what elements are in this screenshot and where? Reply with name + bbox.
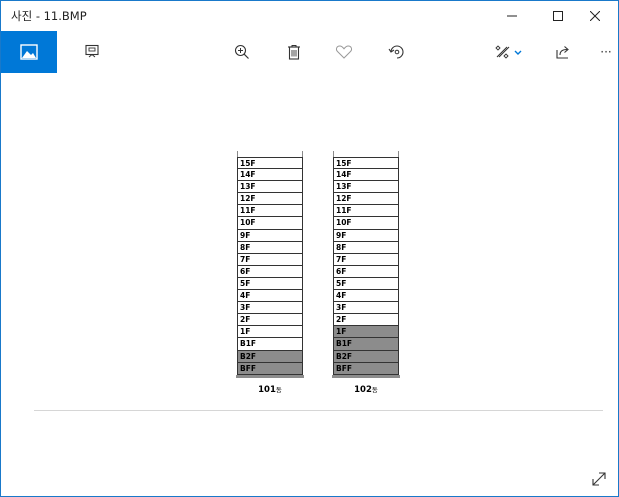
floor-row: 9F <box>333 229 399 242</box>
minimize-button[interactable] <box>489 1 535 31</box>
floor-list: 15F 14F 13F 12F 11F 10F 9F 8F 7F 6F 5F 4F 3F 2F 1F B1F B… <box>333 157 399 375</box>
title-bar: 사진 - 11.BMP <box>1 1 618 31</box>
zoom-button[interactable] <box>229 31 255 73</box>
floor-row: 12F <box>237 193 303 206</box>
floor-row: 7F <box>237 253 303 266</box>
image-view-button[interactable] <box>1 31 57 73</box>
floor-row: BFF <box>237 362 303 375</box>
floor-row: BFF <box>333 362 399 375</box>
floor-row: 14F <box>237 169 303 182</box>
floor-row: 11F <box>237 205 303 218</box>
floor-row: 1F <box>237 326 303 339</box>
building-unit: 동 <box>371 385 378 394</box>
floor-row: 11F <box>333 205 399 218</box>
share-icon <box>556 46 569 59</box>
rotate-icon <box>388 45 404 59</box>
slideshow-icon <box>85 44 99 58</box>
building-102: 15F 14F 13F 12F 11F 10F 9F 8F 7F 6F 5F 4F 3F 2F 1F B1F B… <box>332 151 400 395</box>
close-icon <box>590 11 600 21</box>
floor-row: 3F <box>237 302 303 315</box>
photos-window: 사진 - 11.BMP ··· 15F 14F 13F 12F 11F 10F … <box>0 0 619 497</box>
floor-row: 13F <box>237 181 303 194</box>
image-icon <box>20 44 38 60</box>
floor-row: 6F <box>237 265 303 278</box>
floor-row: 4F <box>237 290 303 303</box>
building-cap <box>237 151 303 157</box>
floor-row: 3F <box>333 302 399 315</box>
share-button[interactable] <box>550 31 576 73</box>
rotate-button[interactable] <box>384 31 410 73</box>
floor-row: 12F <box>333 193 399 206</box>
building-unit: 동 <box>275 385 282 394</box>
floor-row: 13F <box>333 181 399 194</box>
image-canvas: 15F 14F 13F 12F 11F 10F 9F 8F 7F 6F 5F 4F 3F 2F 1F B1F B… <box>1 73 618 496</box>
building-number: 102 <box>354 384 372 395</box>
floor-row: B1F <box>237 338 303 351</box>
floor-row: B1F <box>333 338 399 351</box>
floor-row: 8F <box>237 241 303 254</box>
trash-icon <box>288 45 300 60</box>
expand-button[interactable] <box>590 470 608 488</box>
floor-row: 2F <box>333 314 399 327</box>
floor-row: B2F <box>333 350 399 363</box>
expand-icon <box>592 472 606 486</box>
building-cap <box>333 151 399 157</box>
building-base <box>236 374 304 378</box>
zoom-in-icon <box>234 44 249 59</box>
delete-button[interactable] <box>281 31 307 73</box>
minimize-icon <box>507 15 517 17</box>
floor-row: 5F <box>237 277 303 291</box>
favorite-button[interactable] <box>331 31 357 73</box>
floor-row: 9F <box>237 229 303 242</box>
floor-row: 14F <box>333 169 399 182</box>
building-101: 15F 14F 13F 12F 11F 10F 9F 8F 7F 6F 5F 4F 3F 2F 1F B1F B… <box>236 151 304 395</box>
floor-row: 1F <box>333 326 399 339</box>
floor-row: 5F <box>333 277 399 291</box>
building-number: 101 <box>258 384 276 395</box>
floor-row: 7F <box>333 253 399 266</box>
heart-icon <box>335 45 353 59</box>
floor-row: B2F <box>237 350 303 363</box>
edit-create-button[interactable] <box>491 31 527 73</box>
floor-row: 15F <box>237 157 303 170</box>
more-icon: ··· <box>600 45 612 59</box>
floor-row: 4F <box>333 290 399 303</box>
floor-row: 8F <box>333 241 399 254</box>
slideshow-button[interactable] <box>79 31 105 73</box>
toolbar: ··· <box>1 31 618 73</box>
edit-create-icon <box>495 45 522 59</box>
building-label: 102동 <box>333 384 399 395</box>
floor-list: 15F 14F 13F 12F 11F 10F 9F 8F 7F 6F 5F 4F 3F 2F 1F B1F B… <box>237 157 303 375</box>
more-button[interactable]: ··· <box>595 31 617 73</box>
floor-row: 15F <box>333 157 399 170</box>
building-label: 101동 <box>237 384 303 395</box>
maximize-icon <box>553 11 563 21</box>
floor-row: 2F <box>237 314 303 327</box>
floor-row: 10F <box>237 217 303 230</box>
close-button[interactable] <box>572 1 618 31</box>
floor-row: 10F <box>333 217 399 230</box>
floor-row: 6F <box>333 265 399 278</box>
building-base <box>332 374 400 378</box>
window-title: 사진 - 11.BMP <box>11 9 87 23</box>
image-divider <box>34 410 603 411</box>
